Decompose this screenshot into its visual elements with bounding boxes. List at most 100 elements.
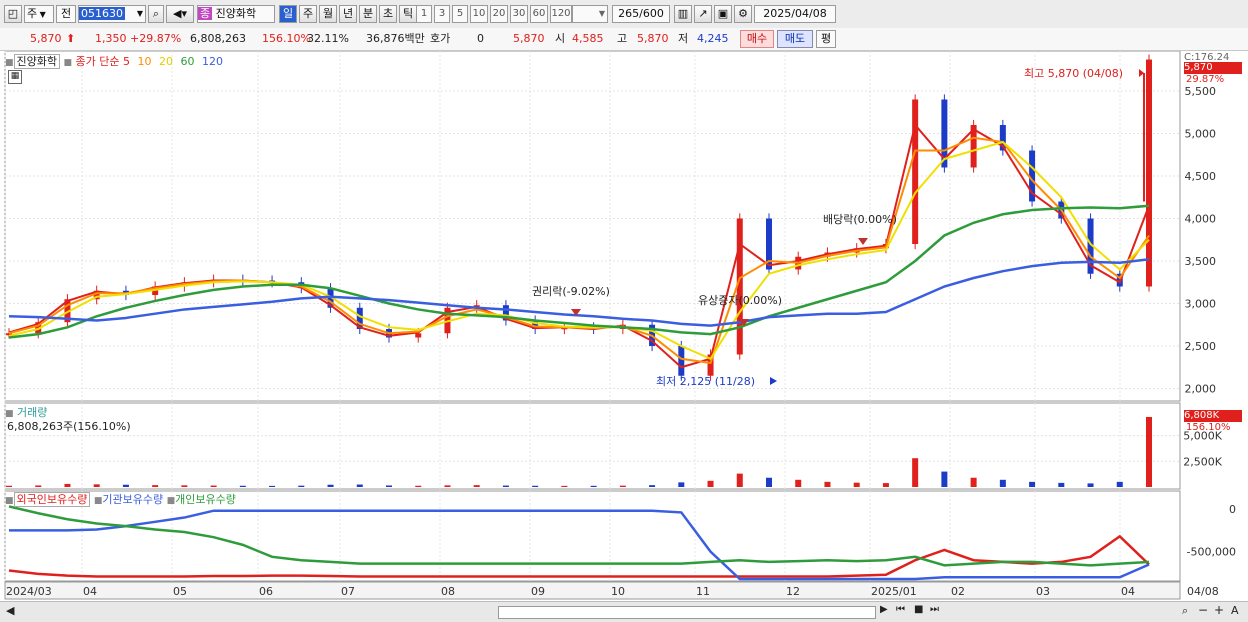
rewind-icon[interactable]: ⏮ xyxy=(896,604,905,615)
volume-ratio: 156.10% xyxy=(262,32,311,45)
flat-button[interactable]: 평 xyxy=(816,30,836,48)
volume-bar xyxy=(532,485,539,487)
market-select[interactable]: 주 ▼ xyxy=(24,5,54,23)
interval-button-1[interactable]: 3 xyxy=(434,5,450,23)
open-label: 시 xyxy=(555,32,566,45)
interval-button-0[interactable]: 1 xyxy=(416,5,432,23)
volume-bar xyxy=(649,485,656,487)
price-tick-label: 3,500 xyxy=(1185,255,1217,268)
prev-button[interactable]: 전 xyxy=(56,5,76,23)
volume-bar xyxy=(444,485,451,487)
sell-button[interactable]: 매도 xyxy=(777,30,813,48)
calendar-icon[interactable]: ▦ xyxy=(8,70,22,84)
low-annotation: 최저 2,125 (11/28) xyxy=(656,375,756,388)
period-tab-4[interactable]: 분 xyxy=(359,5,377,23)
candle-icon[interactable]: ▥ xyxy=(674,5,692,23)
zoom-in-icon[interactable]: + xyxy=(1214,603,1224,617)
scroll-thumb[interactable] xyxy=(498,606,876,619)
volume-bar xyxy=(999,479,1006,487)
date-input[interactable]: 2025/04/08 xyxy=(754,5,836,23)
interval-button-4[interactable]: 20 xyxy=(490,5,508,23)
period-tab-1[interactable]: 주 xyxy=(299,5,317,23)
volume-bar xyxy=(239,485,246,487)
price-tick-label: 2,000 xyxy=(1185,383,1217,396)
stop-icon[interactable]: ■ xyxy=(914,604,923,615)
save-icon[interactable]: ▣ xyxy=(714,5,732,23)
volume-bar xyxy=(415,485,422,487)
volume-bar xyxy=(590,485,597,487)
interval-button-3[interactable]: 10 xyxy=(470,5,488,23)
trend-icon[interactable]: ↗ xyxy=(694,5,712,23)
count-input[interactable]: 265/600 xyxy=(612,5,670,23)
zoom-out-icon[interactable]: − xyxy=(1198,603,1208,617)
price-tag: 5,870 xyxy=(1184,62,1242,74)
interval-button-7[interactable]: 120 xyxy=(550,5,572,23)
x-tick-label: 06 xyxy=(259,585,273,598)
volume-bar xyxy=(1058,482,1065,487)
price-legend: ■ 진양화학 ■ 종가 단순 5 10 20 60 120 xyxy=(5,54,224,69)
interval-button-5[interactable]: 30 xyxy=(510,5,528,23)
volume-bar xyxy=(678,482,685,487)
search-icon[interactable]: ⌕ xyxy=(148,5,164,23)
volume-bar xyxy=(707,480,714,487)
ask-value: 0 xyxy=(477,32,484,45)
volume-bar xyxy=(64,483,71,487)
period-tab-0[interactable]: 일 xyxy=(279,5,297,23)
interval-select[interactable]: ▼ xyxy=(572,5,608,23)
scroll-left-icon[interactable]: ◀ xyxy=(6,604,14,617)
forward-icon[interactable]: ⏭ xyxy=(930,604,939,615)
price-tag-pct: 29.87% xyxy=(1186,74,1225,85)
volume-bar xyxy=(882,483,889,487)
zoom-icon[interactable]: ⌕ xyxy=(1182,604,1188,618)
period-tab-2[interactable]: 월 xyxy=(319,5,337,23)
interval-button-2[interactable]: 5 xyxy=(452,5,468,23)
open-value: 4,585 xyxy=(572,32,604,45)
low-value: 4,245 xyxy=(697,32,729,45)
volume-bar xyxy=(766,477,772,487)
layout-icon[interactable]: ◰ xyxy=(4,5,22,23)
x-tick-label: 05 xyxy=(173,585,187,598)
volume-bar xyxy=(298,485,305,487)
x-tick-label: 12 xyxy=(786,585,800,598)
amount-value: 36,876백만 xyxy=(366,32,425,45)
price-tick-label: 4,000 xyxy=(1185,213,1217,226)
buy-button[interactable]: 매수 xyxy=(740,30,774,48)
period-tab-5[interactable]: 초 xyxy=(379,5,397,23)
x-tick-label: 03 xyxy=(1036,585,1050,598)
volume-bar xyxy=(1087,483,1094,487)
toolbar: ◰ 주 ▼ 전 051630 ▼ ⌕ ◀▾ 종 진양화학 일주월년분초틱 1351… xyxy=(0,0,1248,29)
capital-annotation: 유상증자(0.00%) xyxy=(698,294,783,307)
volume-bar xyxy=(970,477,977,487)
candle-body xyxy=(912,99,919,244)
x-tick-label: 10 xyxy=(611,585,625,598)
x-tick-label: 08 xyxy=(441,585,455,598)
speaker-icon[interactable]: ◀▾ xyxy=(166,5,194,23)
interval-button-6[interactable]: 60 xyxy=(530,5,548,23)
volume-bar xyxy=(356,484,363,487)
volume-tag-pct: 156.10% xyxy=(1186,422,1231,433)
stock-code-input[interactable]: 051630 ▼ xyxy=(78,5,146,23)
investor-tick-label: -500,000 xyxy=(1187,546,1236,559)
high-annotation: 최고 5,870 (04/08) xyxy=(1024,67,1124,80)
chart-area[interactable]: 2,000 2,500 3,000 3,500 4,000 4,500 5,000 5,500… xyxy=(0,51,1248,601)
x-tick-label: 04 xyxy=(83,585,97,598)
volume-tick-label: 2,500K xyxy=(1183,455,1222,468)
period-tab-6[interactable]: 틱 xyxy=(399,5,417,23)
rights-annotation: 권리락(-9.02%) xyxy=(532,285,610,298)
volume-bar xyxy=(824,481,831,487)
auto-icon[interactable]: A xyxy=(1231,604,1239,617)
volume-bar xyxy=(6,485,12,487)
chart-svg: 2,000 2,500 3,000 3,500 4,000 4,500 5,000 5,500… xyxy=(4,51,1236,600)
volume-bar xyxy=(736,473,743,487)
volume-bar xyxy=(619,485,626,487)
period-tab-3[interactable]: 년 xyxy=(339,5,357,23)
scroll-right-icon[interactable]: ▶ xyxy=(880,604,888,615)
candle-body xyxy=(1146,59,1152,287)
volume-bar xyxy=(853,482,860,487)
volume-bar xyxy=(912,458,919,487)
x-tick-label: 2025/01 xyxy=(871,585,917,598)
change-value: 1,350 xyxy=(95,32,127,45)
volume-bar xyxy=(327,484,334,487)
gear-icon[interactable]: ⚙ xyxy=(734,5,752,23)
scrollbar[interactable]: ◀ ▶ ⏮ ■ ⏭ ⌕ − + A xyxy=(0,601,1248,622)
